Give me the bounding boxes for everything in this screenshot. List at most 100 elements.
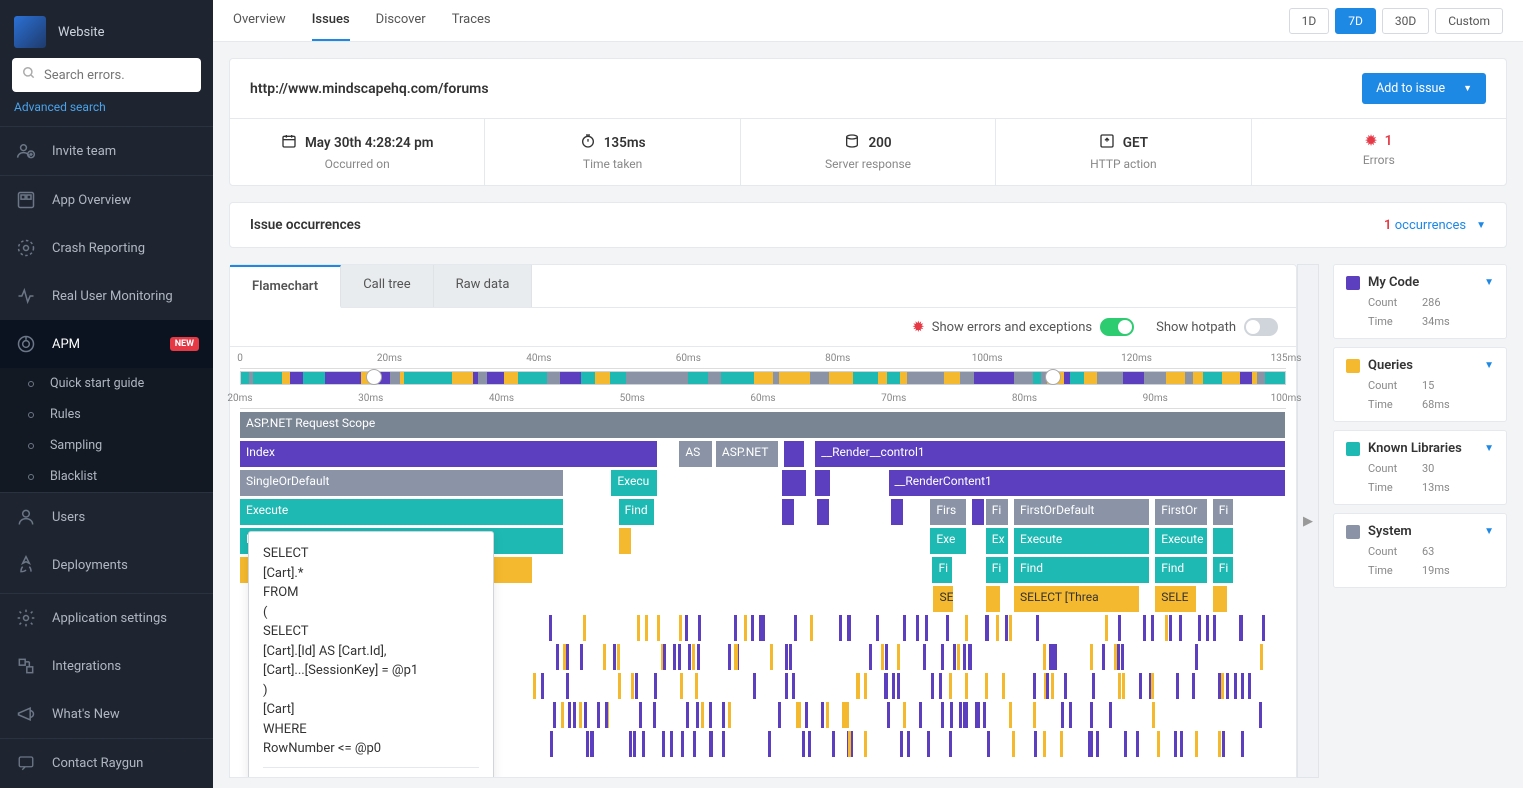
new-badge: NEW bbox=[170, 337, 199, 351]
flame-row: Index ASASP.NET __Render__control1 bbox=[240, 441, 1286, 467]
flame-block[interactable] bbox=[619, 528, 632, 554]
flame-block[interactable]: Exe bbox=[930, 528, 967, 554]
flame-block[interactable] bbox=[815, 470, 831, 496]
tab-issues[interactable]: Issues bbox=[312, 0, 350, 41]
flame-block[interactable] bbox=[782, 470, 795, 496]
sidebar-invite-team[interactable]: Invite team bbox=[0, 127, 213, 175]
search-box[interactable] bbox=[12, 58, 201, 92]
flame-block[interactable]: FirstOr bbox=[1155, 499, 1207, 525]
sidebar-item-app-overview[interactable]: App Overview bbox=[0, 176, 213, 224]
sidebar-item-apm[interactable]: APM NEW bbox=[0, 320, 213, 368]
flame-block[interactable] bbox=[782, 499, 795, 525]
flame-area: FlamechartCall treeRaw data ✹ Show error… bbox=[229, 264, 1507, 778]
flame-block[interactable]: Fi bbox=[986, 499, 1009, 525]
flame-tab-flamechart[interactable]: Flamechart bbox=[230, 265, 341, 308]
add-to-issue-button[interactable]: Add to issue ▼ bbox=[1362, 73, 1486, 104]
hotpath-toggle[interactable] bbox=[1244, 318, 1278, 336]
flame-block[interactable]: Fi bbox=[1213, 557, 1234, 583]
flame-block[interactable]: Find bbox=[619, 499, 656, 525]
flame-block[interactable]: ASP.NET bbox=[716, 441, 779, 467]
flame-tab-call-tree[interactable]: Call tree bbox=[341, 265, 433, 307]
flame-block[interactable]: AS bbox=[679, 441, 712, 467]
flame-block[interactable] bbox=[972, 499, 985, 525]
range-30d[interactable]: 30D bbox=[1382, 8, 1429, 34]
legend-panel-queries[interactable]: Queries ▼ Count15 Time68ms bbox=[1333, 347, 1507, 422]
errors-toggle[interactable] bbox=[1100, 318, 1134, 336]
flame-block[interactable]: FirstOrDefault bbox=[1014, 499, 1150, 525]
search-input[interactable] bbox=[44, 68, 210, 83]
legend-panel-my-code[interactable]: My Code ▼ Count286 Time34ms bbox=[1333, 264, 1507, 339]
flame-block[interactable]: Execute bbox=[1155, 528, 1207, 554]
sidebar-item-what-s-new[interactable]: What's New bbox=[0, 690, 213, 738]
tab-overview[interactable]: Overview bbox=[233, 0, 286, 41]
zoom-handle-left[interactable] bbox=[366, 369, 382, 385]
app-overview-icon bbox=[14, 188, 38, 212]
flame-block[interactable]: Execute bbox=[240, 499, 564, 525]
sidebar-item-integrations[interactable]: Integrations bbox=[0, 642, 213, 690]
legend-panel-system[interactable]: System ▼ Count63 Time19ms bbox=[1333, 513, 1507, 588]
top-tabs: Overview Issues Discover Traces bbox=[233, 0, 491, 41]
flame-block[interactable]: Index bbox=[240, 441, 658, 467]
flame-block[interactable]: SE bbox=[933, 586, 954, 612]
sidebar-contact[interactable]: Contact Raygun bbox=[0, 739, 213, 787]
advanced-search-link[interactable]: Advanced search bbox=[0, 100, 213, 126]
tab-discover[interactable]: Discover bbox=[376, 0, 426, 41]
sidebar-sub-sampling[interactable]: Sampling bbox=[0, 430, 213, 461]
flame-block[interactable] bbox=[1213, 528, 1234, 554]
stat-time-taken: 135ms Time taken bbox=[485, 119, 740, 185]
sidebar-sub-rules[interactable]: Rules bbox=[0, 399, 213, 430]
overview-bar[interactable] bbox=[240, 371, 1286, 385]
issue-occurrences-row[interactable]: Issue occurrences 1 occurrences ▼ bbox=[229, 202, 1507, 248]
flame-row: ExecuteFindFirsFiFirstOrDefaultFirstOrFi bbox=[240, 499, 1286, 525]
nav-label: Application settings bbox=[52, 611, 167, 626]
color-swatch bbox=[1346, 525, 1360, 539]
flame-block[interactable] bbox=[891, 499, 904, 525]
stat-label: Errors bbox=[1262, 153, 1496, 167]
flame-block[interactable]: Execute bbox=[1014, 528, 1150, 554]
sidebar-item-real-user-monitoring[interactable]: Real User Monitoring bbox=[0, 272, 213, 320]
flame-block[interactable]: SingleOrDefault bbox=[240, 470, 564, 496]
flame-block[interactable]: Execu bbox=[611, 470, 658, 496]
legend-name: My Code bbox=[1368, 275, 1419, 290]
flame-block[interactable]: SELECT [Threa bbox=[1014, 586, 1140, 612]
flame-block[interactable]: Fi bbox=[986, 557, 1009, 583]
flame-block[interactable]: Find bbox=[1155, 557, 1207, 583]
flame-block[interactable] bbox=[817, 499, 830, 525]
flame-block[interactable] bbox=[784, 441, 805, 467]
flame-block[interactable] bbox=[794, 470, 807, 496]
flame-block[interactable]: Fi bbox=[932, 557, 953, 583]
flame-block[interactable]: __Render__control1 bbox=[815, 441, 1286, 467]
flame-block[interactable]: ASP.NET Request Scope bbox=[240, 412, 1286, 438]
occurrences-title: Issue occurrences bbox=[250, 217, 361, 233]
sidebar-sub-blacklist[interactable]: Blacklist bbox=[0, 461, 213, 492]
range-7d[interactable]: 7D bbox=[1335, 8, 1376, 34]
flame-block[interactable]: SELE bbox=[1155, 586, 1197, 612]
url-row: http://www.mindscapehq.com/forums Add to… bbox=[230, 59, 1506, 119]
flame-block[interactable] bbox=[1213, 586, 1229, 612]
stat-label: Time taken bbox=[495, 157, 729, 171]
crash-reporting-icon bbox=[14, 236, 38, 260]
flame-toggles: ✹ Show errors and exceptions Show hotpat… bbox=[230, 308, 1296, 347]
flame-block[interactable] bbox=[986, 586, 1002, 612]
flame-block[interactable]: Find bbox=[1014, 557, 1150, 583]
legend-name: System bbox=[1368, 524, 1412, 539]
stat-value: 1 bbox=[1385, 133, 1393, 149]
tab-traces[interactable]: Traces bbox=[452, 0, 491, 41]
sidebar-item-users[interactable]: Users bbox=[0, 493, 213, 541]
app-header: Website bbox=[0, 0, 213, 58]
scroll-right-button[interactable]: ▶ bbox=[1297, 264, 1319, 778]
users-icon bbox=[14, 505, 38, 529]
flame-block[interactable]: Fi bbox=[1213, 499, 1234, 525]
flame-block[interactable]: Firs bbox=[930, 499, 967, 525]
range-custom[interactable]: Custom bbox=[1435, 8, 1503, 34]
sidebar-item-application-settings[interactable]: Application settings bbox=[0, 594, 213, 642]
flame-block[interactable]: __RenderContent1 bbox=[889, 470, 1286, 496]
flame-body[interactable]: ASP.NET Request Scope Index ASASP.NET __Ren… bbox=[230, 409, 1296, 777]
flame-tab-raw-data[interactable]: Raw data bbox=[434, 265, 533, 307]
sidebar-item-crash-reporting[interactable]: Crash Reporting bbox=[0, 224, 213, 272]
range-1d[interactable]: 1D bbox=[1289, 8, 1330, 34]
sidebar-sub-quick-start-guide[interactable]: Quick start guide bbox=[0, 368, 213, 399]
sidebar-item-deployments[interactable]: Deployments bbox=[0, 541, 213, 589]
legend-panel-known-libraries[interactable]: Known Libraries ▼ Count30 Time13ms bbox=[1333, 430, 1507, 505]
flame-block[interactable]: Ex bbox=[986, 528, 1009, 554]
